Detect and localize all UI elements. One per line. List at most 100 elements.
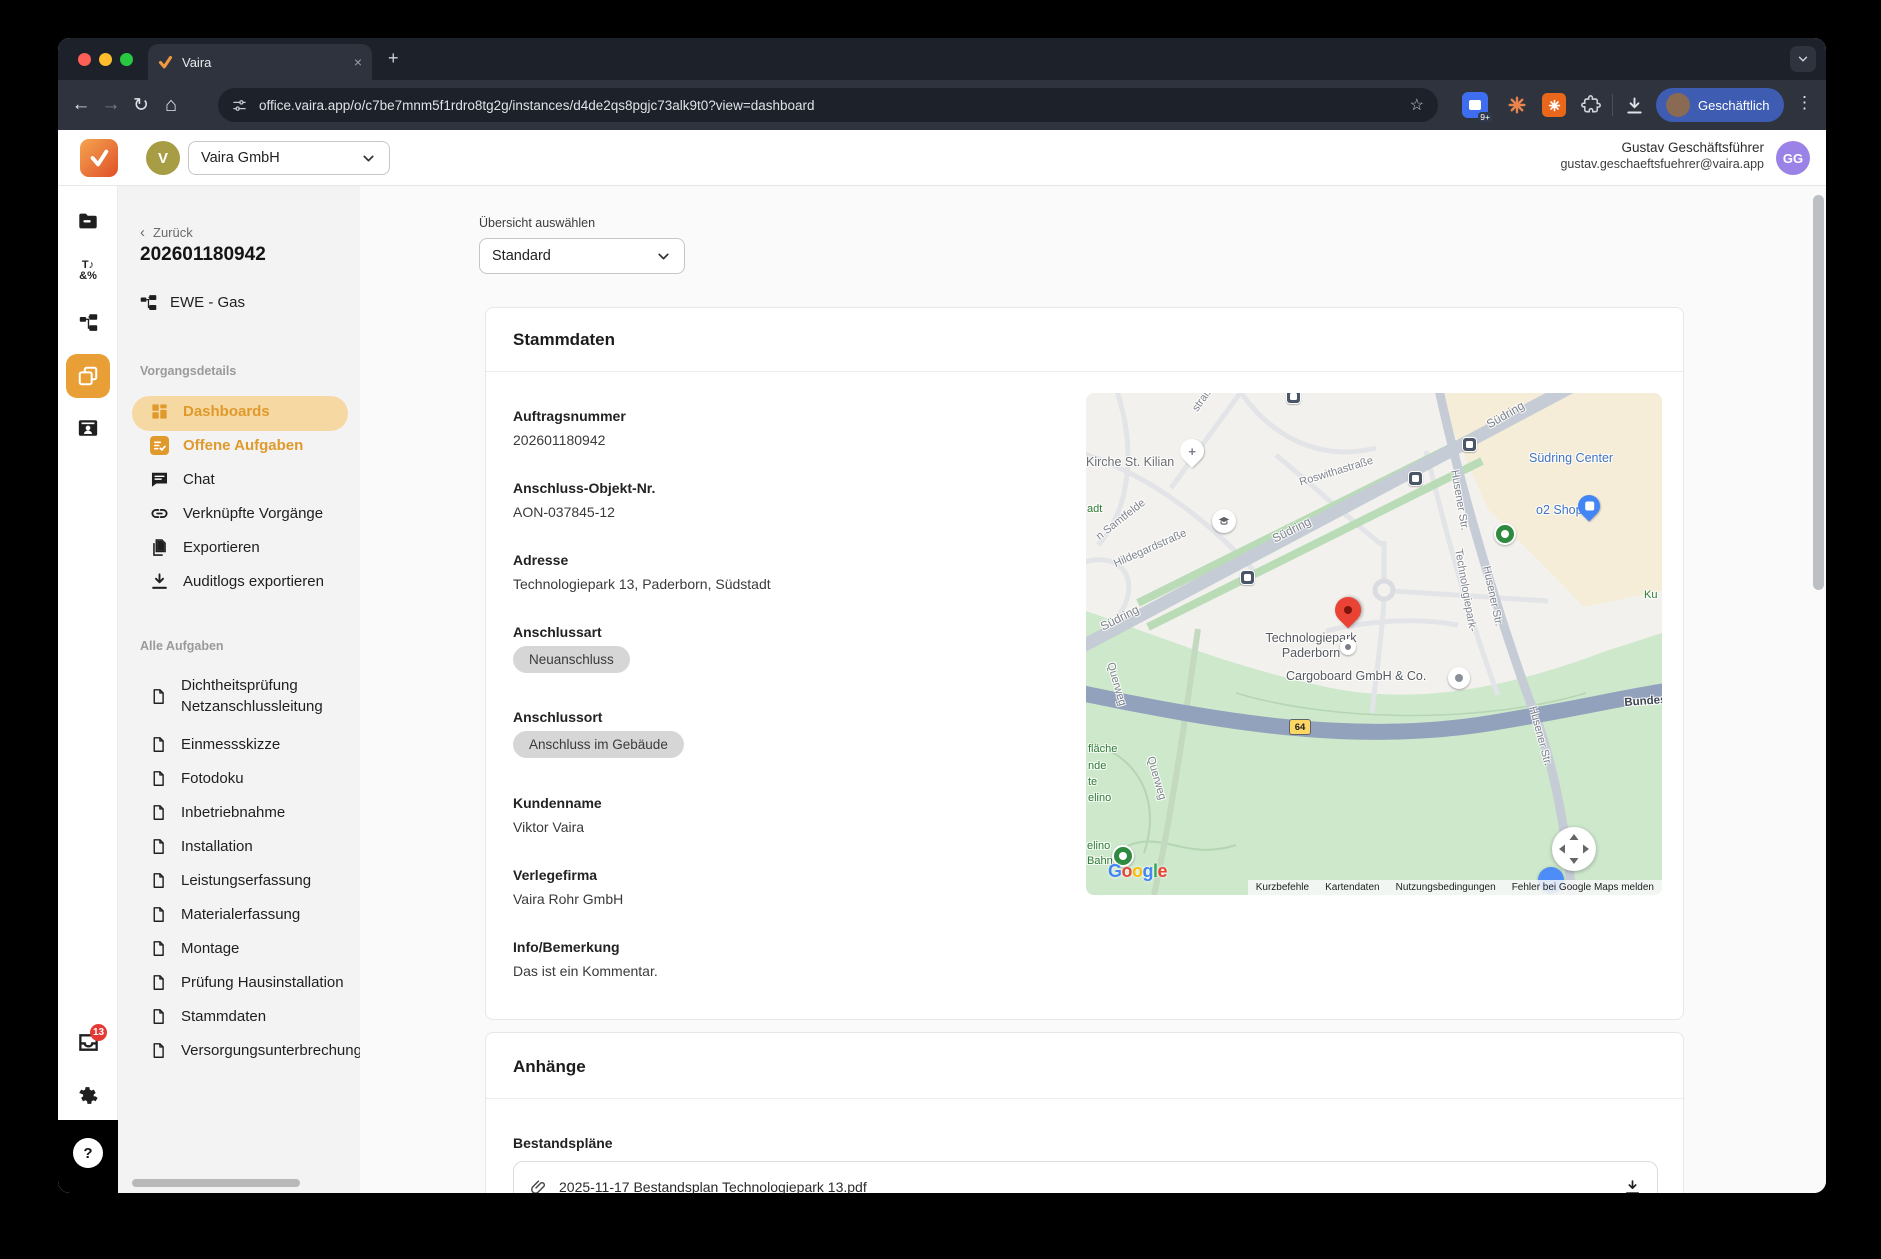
location-poi[interactable] — [1340, 639, 1356, 655]
map-footer-link[interactable]: Fehler bei Google Maps melden — [1512, 882, 1654, 893]
org-avatar-letter: V — [157, 149, 168, 167]
sidebar-item-open-tasks[interactable]: Offene Aufgaben — [150, 436, 303, 455]
task-label: Dichtheitsprüfung Netzanschlussleitung — [181, 677, 323, 715]
sidebar: ‹ Zurück 202601180942 EWE - Gas Vorgangs… — [118, 186, 360, 1193]
window-zoom-button[interactable] — [120, 53, 133, 66]
google-map[interactable]: straße Roswithastraße Südring Südring Sü… — [1086, 393, 1662, 895]
workflow-link[interactable]: EWE - Gas — [140, 294, 245, 311]
org-select[interactable]: Vaira GmbH — [188, 141, 390, 175]
google-logo[interactable]: Google — [1108, 861, 1168, 882]
browser-tab[interactable]: Vaira × — [148, 44, 372, 80]
task-item[interactable]: Prüfung Hausinstallation — [150, 974, 344, 991]
browser-toolbar: ← → ↻ ⌂ office.vaira.app/o/c7be7mnm5f1rd… — [58, 80, 1826, 130]
rail-item-projects[interactable] — [58, 210, 118, 232]
sidebar-item-auditlogs[interactable]: Auditlogs exportieren — [150, 572, 324, 591]
vaira-logo[interactable] — [80, 139, 118, 177]
field-value: Viktor Vaira — [513, 819, 585, 835]
new-tab-button[interactable]: + — [388, 48, 399, 69]
item-label: Auditlogs exportieren — [183, 573, 324, 590]
task-item[interactable]: Materialerfassung — [150, 906, 300, 923]
task-list-icon — [150, 436, 169, 455]
overview-select[interactable]: Standard — [479, 238, 685, 274]
map-footer-link[interactable]: Kartendaten — [1325, 882, 1380, 893]
task-item[interactable]: Versorgungsunterbrechung — [150, 1042, 360, 1059]
chevron-down-icon — [1798, 56, 1808, 62]
chevron-down-icon — [360, 150, 377, 167]
browser-menu-icon[interactable]: ⋮ — [1796, 93, 1813, 113]
task-item[interactable]: Installation — [150, 838, 253, 855]
extensions-puzzle-icon[interactable] — [1580, 94, 1602, 116]
task-item[interactable]: Fotodoku — [150, 770, 244, 787]
forward-icon[interactable]: → — [96, 94, 126, 116]
rail-item-inbox[interactable]: 13 — [58, 1024, 118, 1054]
rail-item-instances-active[interactable] — [58, 354, 118, 398]
poi-label[interactable]: o2 Shop — [1536, 503, 1583, 517]
task-label: Versorgungsunterbrechung — [181, 1042, 360, 1059]
anschlussort-badge: Anschluss im Gebäude — [513, 731, 684, 758]
poi-label[interactable]: Cargoboard GmbH & Co. — [1286, 669, 1426, 683]
card-title: Anhänge — [513, 1057, 586, 1076]
map-pan-control[interactable] — [1552, 827, 1596, 871]
task-label: Montage — [181, 940, 240, 957]
field-value: Vaira Rohr GmbH — [513, 891, 624, 907]
bus-stop-icon[interactable] — [1286, 393, 1301, 404]
stammdaten-card: Stammdaten Auftragsnummer 202601180942 A… — [485, 307, 1684, 1020]
poi-label[interactable]: Kirche St. Kilian — [1086, 455, 1174, 469]
sidebar-item-export[interactable]: Exportieren — [150, 538, 260, 557]
extension-sidebar-icon[interactable]: 9+ — [1462, 92, 1492, 122]
bookmark-star-icon[interactable]: ☆ — [1410, 95, 1424, 115]
area-label: elino — [1087, 840, 1111, 852]
downloads-icon[interactable] — [1624, 95, 1645, 116]
task-item[interactable]: Stammdaten — [150, 1008, 266, 1025]
green-poi[interactable] — [1494, 523, 1516, 545]
rail-item-formats[interactable]: T♪ &% — [58, 260, 118, 282]
rail-item-contacts[interactable] — [58, 417, 118, 439]
school-poi[interactable] — [1212, 509, 1236, 533]
field-label: Kundenname — [513, 795, 602, 811]
process-number: 202601180942 — [140, 244, 266, 265]
tab-search-button[interactable] — [1790, 46, 1816, 72]
rail-item-workflows[interactable] — [58, 313, 118, 332]
sidebar-item-dashboards[interactable]: Dashboards — [150, 402, 270, 421]
task-item[interactable]: Einmessskizze — [150, 736, 280, 753]
bus-stop-icon[interactable] — [1240, 570, 1255, 585]
bus-stop-icon[interactable] — [1462, 437, 1477, 452]
area-label: Ku — [1644, 589, 1658, 601]
sidebar-item-linked[interactable]: Verknüpfte Vorgänge — [150, 504, 323, 523]
document-icon — [150, 838, 167, 855]
window-minimize-button[interactable] — [99, 53, 112, 66]
profile-chip[interactable]: Geschäftlich — [1656, 88, 1784, 122]
help-button[interactable]: ? — [73, 1138, 103, 1168]
reload-icon[interactable]: ↻ — [126, 94, 156, 117]
org-select-value: Vaira GmbH — [201, 150, 280, 166]
url-bar[interactable]: office.vaira.app/o/c7be7mnm5f1rdro8tg2g/… — [218, 88, 1438, 122]
user-name: Gustav Geschäftsführer — [1621, 140, 1764, 155]
window-close-button[interactable] — [78, 53, 91, 66]
user-avatar[interactable]: GG — [1776, 141, 1810, 175]
sidebar-horizontal-scrollbar[interactable] — [132, 1179, 300, 1187]
map-footer-link[interactable]: Nutzungsbedingungen — [1396, 882, 1496, 893]
overview-select-label: Übersicht auswählen — [479, 216, 596, 230]
extension-sprocket-icon[interactable] — [1506, 94, 1528, 116]
vertical-scrollbar[interactable] — [1813, 195, 1824, 590]
tab-strip: Vaira × + — [58, 38, 1826, 80]
rail-item-settings[interactable] — [58, 1084, 118, 1107]
back-icon[interactable]: ← — [66, 94, 96, 116]
download-icon[interactable] — [1624, 1179, 1641, 1194]
task-item[interactable]: Dichtheitsprüfung Netzanschlussleitung — [150, 675, 357, 717]
task-item[interactable]: Inbetriebnahme — [150, 804, 285, 821]
bus-stop-icon[interactable] — [1408, 471, 1423, 486]
cargoboard-poi[interactable] — [1448, 667, 1470, 689]
tab-close-icon[interactable]: × — [354, 54, 362, 70]
back-link[interactable]: ‹ Zurück — [140, 224, 193, 241]
home-icon[interactable]: ⌂ — [156, 94, 186, 117]
site-settings-icon[interactable] — [232, 98, 247, 113]
task-item[interactable]: Montage — [150, 940, 239, 957]
poi-label[interactable]: Südring Center — [1529, 451, 1613, 465]
task-item[interactable]: Leistungserfassung — [150, 872, 311, 889]
attachment-row[interactable]: 2025-11-17 Bestandsplan Technologiepark … — [513, 1161, 1658, 1193]
sidebar-item-chat[interactable]: Chat — [150, 470, 215, 489]
extension-orange-icon[interactable] — [1542, 93, 1566, 117]
map-footer-link[interactable]: Kurzbefehle — [1256, 882, 1309, 893]
field-value: Das ist ein Kommentar. — [513, 963, 658, 979]
